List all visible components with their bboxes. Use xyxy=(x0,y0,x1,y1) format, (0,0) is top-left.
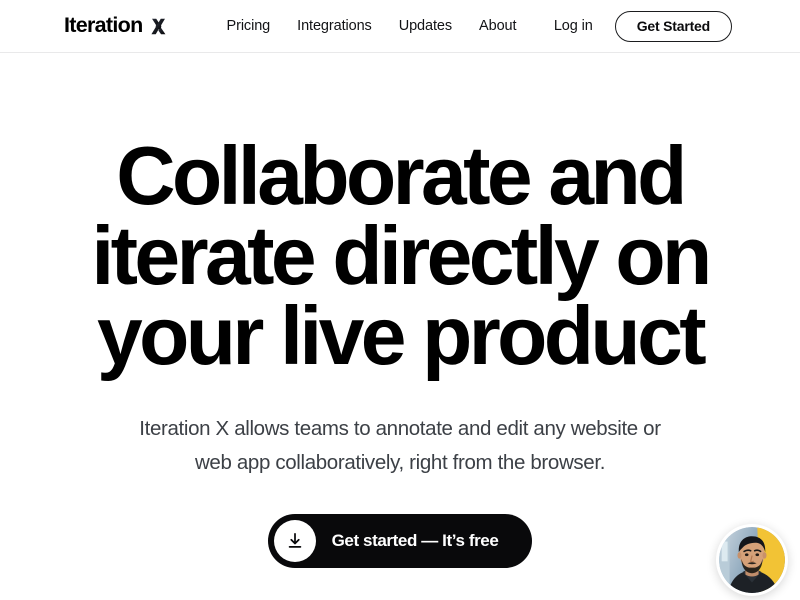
nav-item-pricing[interactable]: Pricing xyxy=(227,19,271,34)
site-header: Iteration Pricing Integrations Updates A… xyxy=(0,0,800,53)
header-actions: Log in Get Started xyxy=(554,10,732,42)
get-started-free-label: Get started — It’s free xyxy=(331,531,499,550)
hero-title-line-1: Collaborate and xyxy=(116,129,687,222)
nav-item-updates[interactable]: Updates xyxy=(399,19,452,34)
brand-logo[interactable]: Iteration xyxy=(64,15,169,37)
hero-title-line-2: iterate directly on xyxy=(91,209,712,302)
nav-item-about[interactable]: About xyxy=(479,19,517,34)
get-started-free-button[interactable]: Get started — It’s free xyxy=(267,514,533,568)
landing-page: Iteration Pricing Integrations Updates A… xyxy=(0,0,800,600)
brand-name: Iteration xyxy=(64,13,143,38)
support-chat-avatar-button[interactable] xyxy=(716,524,788,596)
hero-subtitle-line-1: Iteration X allows teams to annotate and… xyxy=(139,417,661,440)
hero-subtitle-line-2: web app collaboratively, right from the … xyxy=(194,451,606,474)
hero-title-line-3: your live product xyxy=(96,289,707,382)
primary-nav: Pricing Integrations Updates About xyxy=(227,19,517,34)
nav-item-integrations[interactable]: Integrations xyxy=(297,19,372,34)
login-link[interactable]: Log in xyxy=(554,19,593,34)
hero-subtitle: Iteration X allows teams to annotate and… xyxy=(70,412,730,480)
hero-section: Collaborate and iterate directly on your… xyxy=(0,53,800,600)
x-logo-icon xyxy=(148,16,169,37)
get-started-button[interactable]: Get Started xyxy=(614,10,732,42)
avatar xyxy=(719,527,785,593)
page-title: Collaborate and iterate directly on your… xyxy=(63,129,736,382)
hero-cta-row: Get started — It’s free xyxy=(0,514,800,568)
download-icon xyxy=(273,520,316,562)
